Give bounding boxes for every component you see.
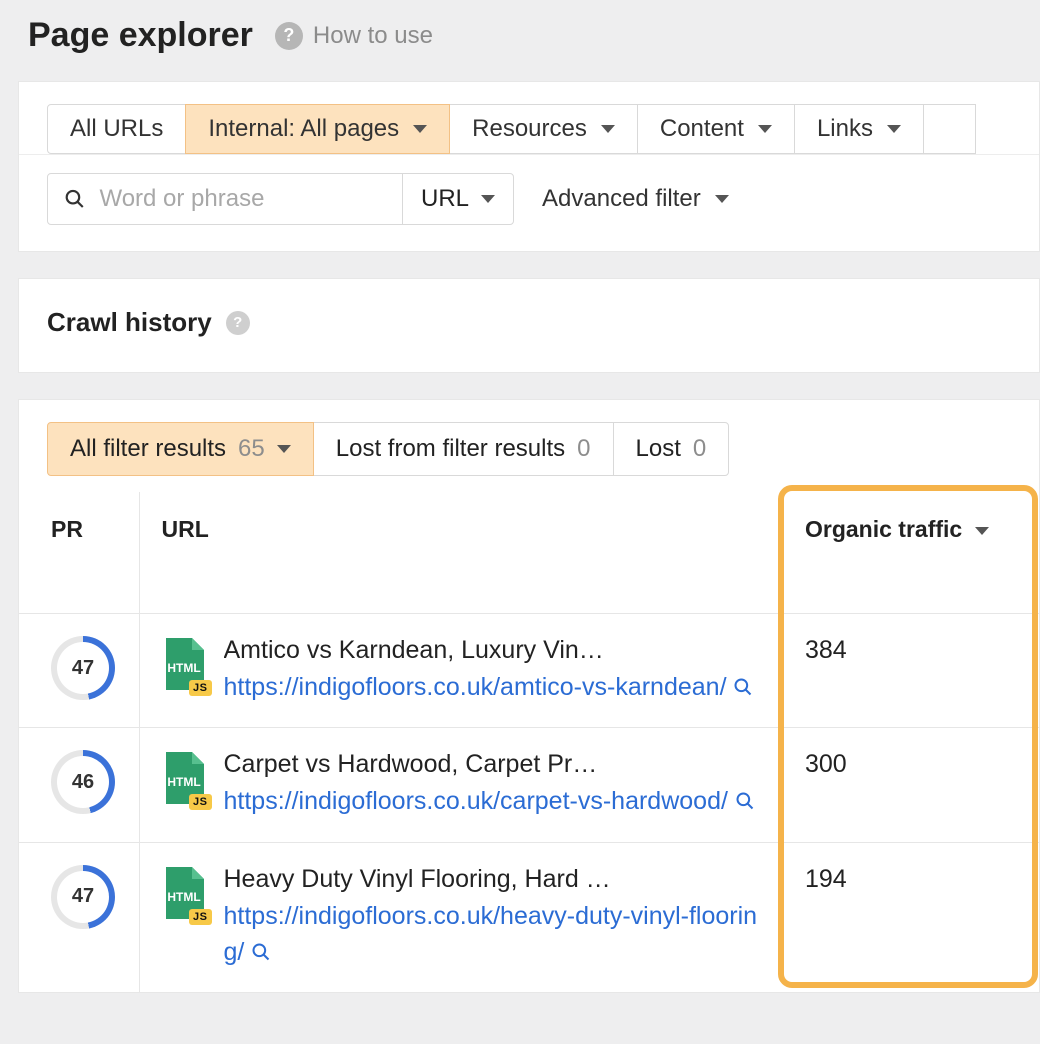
svg-text:HTML: HTML xyxy=(167,775,200,789)
page-url-link[interactable]: https://indigofloors.co.uk/heavy-duty-vi… xyxy=(224,898,774,971)
chevron-down-icon xyxy=(715,195,729,203)
pr-cell: 47 xyxy=(19,614,139,728)
tab-lost[interactable]: Lost 0 xyxy=(613,422,730,476)
js-badge-icon: JS xyxy=(189,794,211,810)
organic-traffic-value: 384 xyxy=(789,614,1039,728)
pr-score-value: 46 xyxy=(57,756,109,808)
svg-text:HTML: HTML xyxy=(167,890,200,904)
tab-lost-count: 0 xyxy=(693,435,706,463)
tab-internal[interactable]: Internal: All pages xyxy=(185,104,450,154)
search-icon xyxy=(64,187,85,211)
html-doc-icon: HTML JS xyxy=(162,636,206,692)
table-row: 47 HTML JS Amtico vs Karndean, Luxury Vi… xyxy=(19,614,1039,728)
pr-score-value: 47 xyxy=(57,871,109,923)
tab-all-filter-results-count: 65 xyxy=(238,435,265,463)
col-organic-traffic[interactable]: Organic traffic xyxy=(789,492,1039,614)
search-input[interactable] xyxy=(97,184,386,214)
svg-text:HTML: HTML xyxy=(167,661,200,675)
search-icon[interactable] xyxy=(251,942,271,962)
chevron-down-icon xyxy=(413,125,427,133)
pr-score-ring: 47 xyxy=(51,636,115,700)
pr-cell: 47 xyxy=(19,842,139,992)
how-to-use-link[interactable]: ? How to use xyxy=(275,22,433,50)
tab-content[interactable]: Content xyxy=(637,104,795,154)
col-organic-traffic-label: Organic traffic xyxy=(805,516,962,542)
url-scope-label: URL xyxy=(421,185,469,213)
search-input-wrap xyxy=(48,174,402,224)
tab-lost-from-filter[interactable]: Lost from filter results 0 xyxy=(313,422,614,476)
chevron-down-icon xyxy=(277,445,291,453)
page-title-text: Heavy Duty Vinyl Flooring, Hard … xyxy=(224,865,684,894)
search-icon[interactable] xyxy=(733,677,753,697)
page-title-text: Carpet vs Hardwood, Carpet Pr… xyxy=(224,750,684,779)
how-to-use-label: How to use xyxy=(313,22,433,50)
tab-internal-label: Internal: All pages xyxy=(208,115,399,143)
tab-links-label: Links xyxy=(817,115,873,143)
page-title: Page explorer xyxy=(28,16,253,55)
tab-all-filter-results[interactable]: All filter results 65 xyxy=(47,422,314,476)
page-url-link[interactable]: https://indigofloors.co.uk/amtico-vs-kar… xyxy=(224,669,774,705)
page-title-text: Amtico vs Karndean, Luxury Vin… xyxy=(224,636,684,665)
url-cell: HTML JS Heavy Duty Vinyl Flooring, Hard … xyxy=(139,842,789,992)
url-cell: HTML JS Amtico vs Karndean, Luxury Vin… … xyxy=(139,614,789,728)
organic-traffic-value: 300 xyxy=(789,728,1039,842)
pr-score-ring: 46 xyxy=(51,750,115,814)
js-badge-icon: JS xyxy=(189,909,211,925)
url-cell: HTML JS Carpet vs Hardwood, Carpet Pr… h… xyxy=(139,728,789,842)
tab-links[interactable]: Links xyxy=(794,104,924,154)
crawl-history-label: Crawl history xyxy=(47,307,212,338)
chevron-down-icon xyxy=(758,125,772,133)
pr-cell: 46 xyxy=(19,728,139,842)
help-icon[interactable]: ? xyxy=(226,311,250,335)
tab-all-urls[interactable]: All URLs xyxy=(47,104,186,154)
advanced-filter-button[interactable]: Advanced filter xyxy=(542,185,729,213)
js-badge-icon: JS xyxy=(189,680,211,696)
pr-score-value: 47 xyxy=(57,642,109,694)
tab-lost-from-filter-label: Lost from filter results xyxy=(336,435,565,463)
tab-resources[interactable]: Resources xyxy=(449,104,638,154)
help-icon: ? xyxy=(275,22,303,50)
tab-resources-label: Resources xyxy=(472,115,587,143)
tab-lost-from-filter-count: 0 xyxy=(577,435,590,463)
tab-lost-label: Lost xyxy=(636,435,681,463)
chevron-down-icon xyxy=(887,125,901,133)
pr-score-ring: 47 xyxy=(51,865,115,929)
tab-more[interactable] xyxy=(923,104,976,154)
search-icon[interactable] xyxy=(735,791,755,811)
html-doc-icon: HTML JS xyxy=(162,865,206,921)
chevron-down-icon xyxy=(601,125,615,133)
advanced-filter-label: Advanced filter xyxy=(542,185,701,213)
tab-all-urls-label: All URLs xyxy=(70,115,163,143)
table-row: 47 HTML JS Heavy Duty Vinyl Flooring, Ha… xyxy=(19,842,1039,992)
organic-traffic-value: 194 xyxy=(789,842,1039,992)
page-url-link[interactable]: https://indigofloors.co.uk/carpet-vs-har… xyxy=(224,783,774,819)
col-url[interactable]: URL xyxy=(139,492,789,614)
sort-desc-icon xyxy=(975,527,989,535)
table-row: 46 HTML JS Carpet vs Hardwood, Carpet Pr… xyxy=(19,728,1039,842)
tab-all-filter-results-label: All filter results xyxy=(70,435,226,463)
tab-content-label: Content xyxy=(660,115,744,143)
html-doc-icon: HTML JS xyxy=(162,750,206,806)
crawl-history-heading: Crawl history ? xyxy=(47,307,1011,338)
col-pr[interactable]: PR xyxy=(19,492,139,614)
url-scope-select[interactable]: URL xyxy=(402,174,513,224)
chevron-down-icon xyxy=(481,195,495,203)
